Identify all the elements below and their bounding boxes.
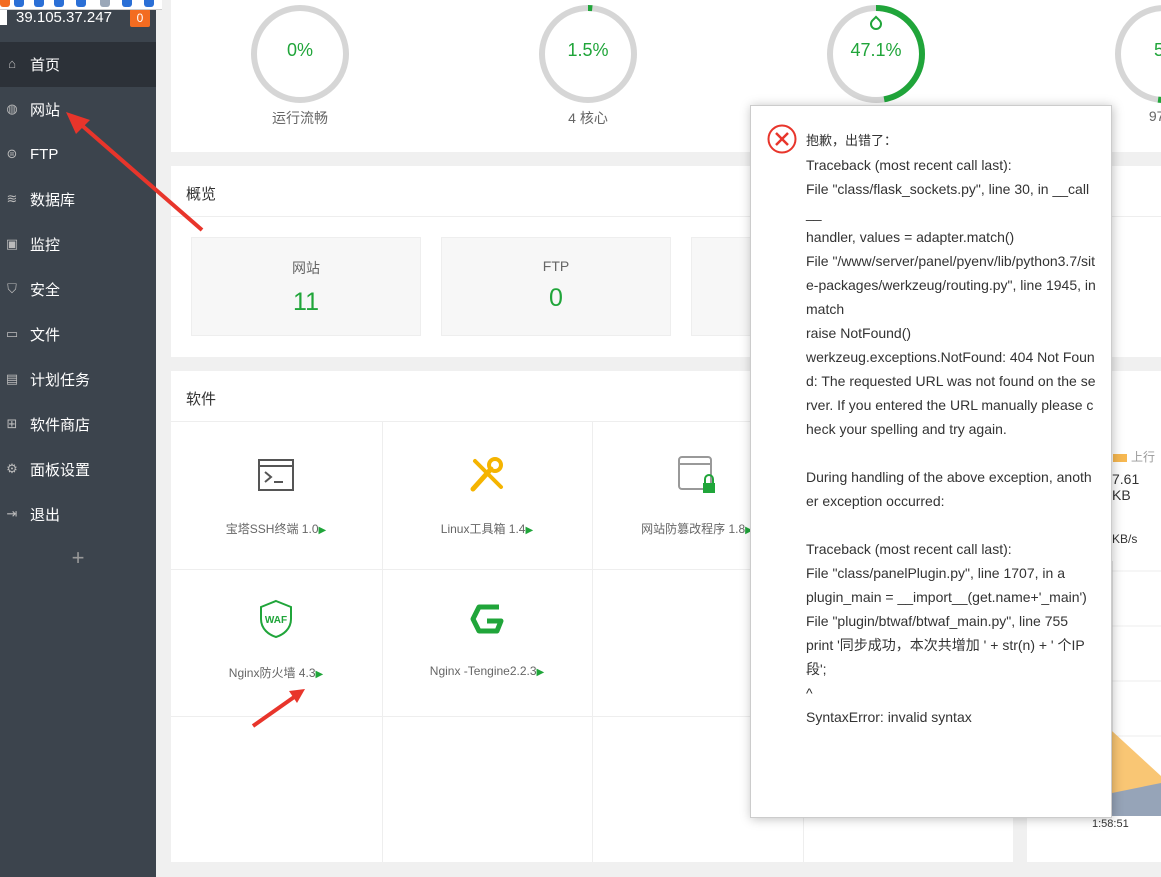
globe-icon: ◍ (6, 101, 18, 116)
sidebar-item-label: 网站 (30, 102, 61, 119)
overview-value[interactable]: 11 (192, 288, 420, 317)
sidebar-item-label: 计划任务 (30, 372, 91, 389)
sidebar-item-0[interactable]: ⌂ 首页 (0, 42, 156, 87)
chart-unit: KB/s (1112, 532, 1138, 546)
sidebar-item-9[interactable]: ⚙ 面板设置 (0, 447, 156, 492)
toolbar-icon[interactable] (122, 0, 132, 7)
play-icon[interactable]: ▶ (537, 667, 545, 678)
chart-time-label: 1:58:51 (1092, 818, 1129, 830)
server-icon (0, 9, 7, 25)
sidebar-item-label: 安全 (30, 282, 61, 299)
gear-icon: ⚙ (6, 461, 18, 476)
database-icon: ≋ (6, 191, 18, 206)
overview-label: 网站 (292, 260, 320, 276)
error-dialog: 抱歉，出错了： Traceback (most recent call last)… (750, 105, 1112, 818)
overview-label: FTP (542, 258, 570, 274)
stat-gauge[interactable]: 5297G/ (1114, 4, 1161, 124)
browser-lock-icon (678, 456, 715, 493)
software-name: Nginx防火墙 4.3 (228, 666, 316, 680)
gauge-label: 4 核心 (568, 110, 608, 126)
gauge-value: 47.1% (850, 40, 902, 60)
tengine-icon (470, 604, 504, 634)
gauge-value: 52 (1153, 40, 1161, 60)
home-icon: ⌂ (8, 56, 16, 71)
sidebar-item-7[interactable]: ▤ 计划任务 (0, 357, 156, 402)
toolbar-icon[interactable] (34, 0, 44, 7)
play-icon[interactable]: ▶ (526, 525, 534, 536)
software-item-nginx-waf[interactable]: WAF Nginx防火墙 4.3▶ (171, 599, 381, 681)
stat-gauge[interactable]: 0% 运行流畅 (250, 4, 350, 126)
sidebar-item-label: FTP (30, 146, 59, 163)
folder-icon: ▭ (5, 326, 19, 341)
sidebar-item-5[interactable]: ⛉ 安全 (0, 267, 156, 312)
server-ip: 39.105.37.247 (16, 9, 112, 26)
toolbar-icon[interactable] (14, 0, 24, 7)
annotation-arrow (251, 689, 305, 728)
stat-gauge[interactable]: 1.5% 4 核心 (538, 4, 638, 126)
gauge-value: 0% (286, 40, 313, 60)
toolbar-icon[interactable] (0, 0, 10, 7)
terminal-icon (258, 459, 294, 491)
ftp-icon: ⊜ (6, 146, 18, 161)
sidebar-item-label: 面板设置 (30, 462, 91, 479)
play-icon[interactable]: ▶ (316, 669, 324, 680)
play-icon[interactable]: ▶ (319, 525, 327, 536)
software-name: 网站防篡改程序 1.8 (641, 522, 746, 536)
error-traceback: Traceback (most recent call last): File … (806, 157, 1096, 725)
shield-icon: ⛉ (7, 281, 17, 296)
software-item-ssh[interactable]: 宝塔SSH终端 1.0▶ (171, 455, 381, 537)
toolbar-icon[interactable] (76, 0, 86, 7)
legend-upload: 上行 (1113, 448, 1155, 465)
monitor-icon: ▣ (5, 236, 19, 251)
svg-text:WAF: WAF (265, 615, 287, 626)
upload-value: 7.61 KB (1112, 471, 1140, 503)
software-name: Linux工具箱 1.4 (440, 522, 526, 536)
software-item-linux-tools[interactable]: Linux工具箱 1.4▶ (382, 455, 592, 537)
error-message: 抱歉，出错了： Traceback (most recent call last)… (806, 129, 1096, 729)
logout-icon: ⇥ (6, 506, 18, 521)
annotation-arrow (66, 112, 204, 232)
software-name: Nginx -Tengine2.2.3 (429, 664, 537, 678)
toolbar-icon[interactable] (144, 0, 154, 7)
tools-icon (470, 457, 503, 492)
gauge-label: 运行流畅 (272, 110, 328, 126)
grid-icon: ⊞ (6, 416, 18, 431)
sidebar-item-10[interactable]: ⇥ 退出 (0, 492, 156, 537)
software-item-tengine[interactable]: Nginx -Tengine2.2.3▶ (382, 599, 592, 678)
sidebar-item-6[interactable]: ▭ 文件 (0, 312, 156, 357)
toolbar-icon[interactable] (54, 0, 64, 7)
error-title: 抱歉，出错了： (806, 133, 898, 148)
toolbar-icon[interactable] (100, 0, 110, 7)
overview-box-ftp[interactable]: FTP 0 (441, 237, 671, 336)
add-shortcut-button[interactable]: + (0, 537, 156, 579)
software-title: 软件 (186, 391, 217, 408)
software-name: 宝塔SSH终端 1.0 (225, 522, 319, 536)
sidebar-item-label: 退出 (30, 507, 61, 524)
calendar-icon: ▤ (5, 371, 19, 386)
sidebar-item-8[interactable]: ⊞ 软件商店 (0, 402, 156, 447)
overview-value[interactable]: 0 (442, 284, 670, 313)
sidebar-item-label: 首页 (30, 57, 61, 74)
sidebar-item-label: 软件商店 (30, 417, 91, 434)
waf-icon: WAF (260, 599, 292, 639)
sidebar-item-label: 监控 (30, 237, 61, 254)
gauge-value: 1.5% (567, 40, 609, 60)
update-badge[interactable]: 0 (130, 9, 150, 27)
overview-box-sites[interactable]: 网站 11 (191, 237, 421, 336)
sidebar-item-label: 文件 (30, 327, 61, 344)
browser-toolbar-strip (0, 0, 162, 10)
traffic-chart (1112, 561, 1161, 816)
stat-gauge[interactable]: 47.1% (826, 4, 926, 109)
error-icon (767, 124, 797, 154)
